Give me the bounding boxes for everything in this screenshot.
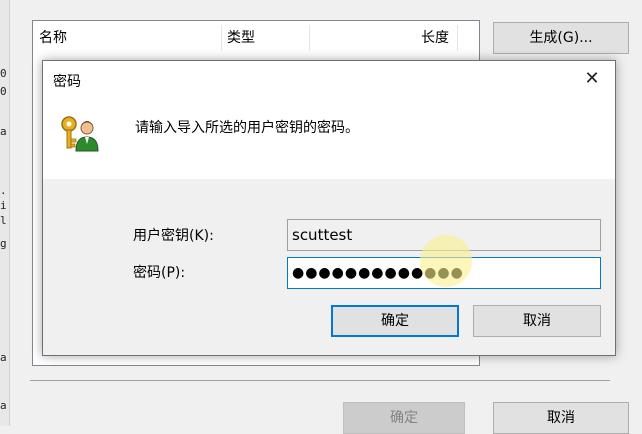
password-label: 密码(P): bbox=[133, 265, 186, 281]
divider bbox=[30, 380, 610, 381]
dialog-title: 密码 bbox=[53, 74, 81, 90]
key-list-header: 名称 类型 长度 bbox=[33, 21, 479, 53]
ok-button[interactable]: 确定 bbox=[331, 305, 459, 337]
user-key-label: 用户密钥(K): bbox=[133, 228, 214, 244]
terminal-strip: 0 0 a . i l g a a bbox=[0, 0, 10, 426]
column-divider[interactable] bbox=[457, 25, 458, 51]
terminal-char: . bbox=[0, 185, 7, 197]
terminal-char: a bbox=[0, 400, 7, 412]
cancel-button[interactable]: 取消 bbox=[473, 305, 601, 337]
bg-cancel-button[interactable]: 取消 bbox=[493, 402, 629, 434]
terminal-char: a bbox=[0, 126, 7, 138]
user-key-icon bbox=[61, 116, 99, 152]
column-divider[interactable] bbox=[221, 25, 222, 51]
column-header-name[interactable]: 名称 bbox=[39, 27, 67, 47]
terminal-char: 0 bbox=[0, 86, 7, 98]
bg-ok-button[interactable]: 确定 bbox=[343, 402, 465, 434]
generate-button[interactable]: 生成(G)... bbox=[493, 22, 629, 54]
column-header-length[interactable]: 长度 bbox=[421, 27, 449, 47]
column-header-type[interactable]: 类型 bbox=[227, 27, 255, 47]
terminal-char: i bbox=[0, 200, 7, 212]
message-panel: 请输入导入所选的用户密钥的密码。 bbox=[43, 97, 615, 179]
terminal-char: a bbox=[0, 352, 7, 364]
close-icon[interactable]: ✕ bbox=[569, 61, 615, 97]
terminal-char: g bbox=[0, 238, 7, 250]
column-divider[interactable] bbox=[309, 25, 310, 51]
cursor-highlight bbox=[420, 235, 472, 287]
dialog-titlebar[interactable]: 密码 ✕ bbox=[43, 61, 615, 97]
password-dialog: 密码 ✕ 请输入导入所选的用户密钥的密码。 用户密钥(K): scuttest … bbox=[42, 60, 616, 356]
dialog-message: 请输入导入所选的用户密钥的密码。 bbox=[135, 120, 359, 136]
terminal-char: 0 bbox=[0, 68, 7, 80]
terminal-char: l bbox=[0, 215, 7, 227]
